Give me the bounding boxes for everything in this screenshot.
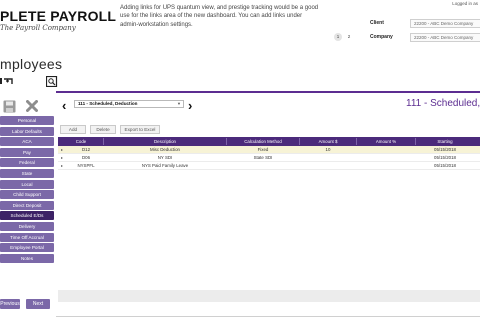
quick-add-icon[interactable] [0, 76, 14, 86]
cell-code: NYSPFL [77, 163, 95, 168]
cell-calculation-method: State SDI [253, 155, 273, 160]
expand-row-icon[interactable]: ▸ [61, 146, 63, 154]
cell-starting: 05/15/2018 [434, 155, 456, 160]
cell-description: NYS Paid Family Leave [141, 163, 189, 168]
table-row[interactable]: ▸ D12 Misc Deduction Fixed 10 05/15/2018 [58, 146, 480, 154]
cell-amount-dollar [300, 162, 356, 170]
column-header-code[interactable]: Code [66, 137, 96, 146]
table-row[interactable]: ▸ NYSPFL NYS Paid Family Leave 05/15/201… [58, 162, 480, 170]
bottom-divider [56, 316, 480, 317]
cell-code: D06 [81, 155, 91, 160]
expand-row-icon[interactable]: ▸ [61, 162, 63, 170]
cancel-icon[interactable] [26, 100, 38, 112]
record-selector[interactable]: 111 - Scheduled, Deduction ▼ [74, 100, 184, 108]
cell-amount-dollar: 10 [325, 147, 331, 152]
logo-signature: The Payroll Company [0, 24, 76, 32]
cell-amount-percent [357, 154, 415, 162]
export-excel-button[interactable]: Export to Excel [120, 125, 160, 134]
employee-sidebar: Personal Labor Defaults ACA Pay Federal … [0, 116, 54, 264]
dashboard-notice: Adding links for UPS quantum view, and p… [120, 5, 319, 28]
client-label: Client [370, 20, 384, 26]
cell-code: D12 [81, 147, 91, 152]
cell-description: NY SDI [157, 155, 173, 160]
cell-amount-percent [357, 146, 415, 154]
company-label: Company [370, 34, 393, 40]
sidebar-item-notes[interactable]: Notes [0, 253, 54, 263]
client-select[interactable]: 22200 - ABC Demo Company [410, 19, 480, 28]
table-row[interactable]: ▸ D06 NY SDI State SDI 05/15/2018 [58, 154, 480, 162]
sidebar-item-child-support[interactable]: Child Support [0, 190, 54, 200]
cell-amount-percent [357, 162, 415, 170]
previous-button[interactable]: Previous [0, 299, 20, 309]
grid-body: ▸ D12 Misc Deduction Fixed 10 05/15/2018… [58, 146, 480, 290]
sidebar-item-personal[interactable]: Personal [0, 116, 54, 125]
cell-starting: 05/15/2018 [434, 163, 456, 168]
cell-starting: 05/15/2018 [434, 147, 456, 152]
column-header-calculation-method[interactable]: Calculation Method [227, 137, 299, 146]
sidebar-item-time-off-accrual[interactable]: Time Off Accrual [0, 232, 54, 242]
column-header-amount-percent[interactable]: Amount % [357, 137, 415, 146]
column-header-starting[interactable]: Starting [416, 137, 474, 146]
grid-footer [58, 290, 480, 302]
cell-description: Misc Deduction [149, 147, 180, 152]
sidebar-item-delivery[interactable]: Delivery [0, 221, 54, 231]
previous-record-icon[interactable]: ‹ [62, 98, 66, 113]
sidebar-item-labor-defaults[interactable]: Labor Defaults [0, 126, 54, 136]
column-header-description[interactable]: Description [104, 137, 226, 146]
delete-button[interactable]: Delete [90, 125, 116, 134]
expand-row-icon[interactable]: ▸ [61, 154, 63, 162]
chevron-down-icon: ▼ [177, 101, 181, 106]
page-title: mployees [0, 56, 63, 72]
record-selector-value: 111 - Scheduled, Deduction [78, 101, 138, 106]
grid-header: Code Description Calculation Method Amou… [58, 137, 480, 146]
column-header-amount-dollar[interactable]: Amount $ [300, 137, 356, 146]
page-2-button[interactable]: 2 [345, 33, 353, 41]
sidebar-item-direct-deposit[interactable]: Direct Deposit [0, 200, 54, 210]
app-header: PLETE PAYROLL The Payroll Company Adding… [0, 0, 480, 46]
logged-in-text: Logged in as [452, 1, 478, 6]
sidebar-item-local[interactable]: Local [0, 179, 54, 189]
sidebar-item-aca[interactable]: ACA [0, 137, 54, 147]
sidebar-item-state[interactable]: State [0, 168, 54, 178]
cell-amount-dollar [300, 154, 356, 162]
next-button[interactable]: Next [26, 299, 50, 309]
section-divider [56, 91, 480, 93]
add-button[interactable]: Add [60, 125, 86, 134]
save-icon[interactable] [3, 100, 16, 113]
sidebar-item-scheduled-eds[interactable]: Scheduled E/Ds [0, 211, 54, 221]
sidebar-item-federal[interactable]: Federal [0, 158, 54, 168]
next-record-icon[interactable]: › [188, 98, 192, 113]
cell-calculation-method [227, 162, 299, 170]
page-1-button[interactable]: 1 [334, 33, 342, 41]
search-record-icon[interactable] [46, 76, 58, 87]
record-heading: 111 - Scheduled, [406, 98, 480, 109]
sidebar-item-pay[interactable]: Pay [0, 147, 54, 157]
logo-title: PLETE PAYROLL [0, 8, 117, 24]
scheduled-eds-grid: Code Description Calculation Method Amou… [58, 137, 480, 290]
company-select[interactable]: 22200 - ABC Demo Company [410, 33, 480, 42]
cell-calculation-method: Fixed [257, 147, 269, 152]
sidebar-item-employee-portal[interactable]: Employee Portal [0, 243, 54, 253]
